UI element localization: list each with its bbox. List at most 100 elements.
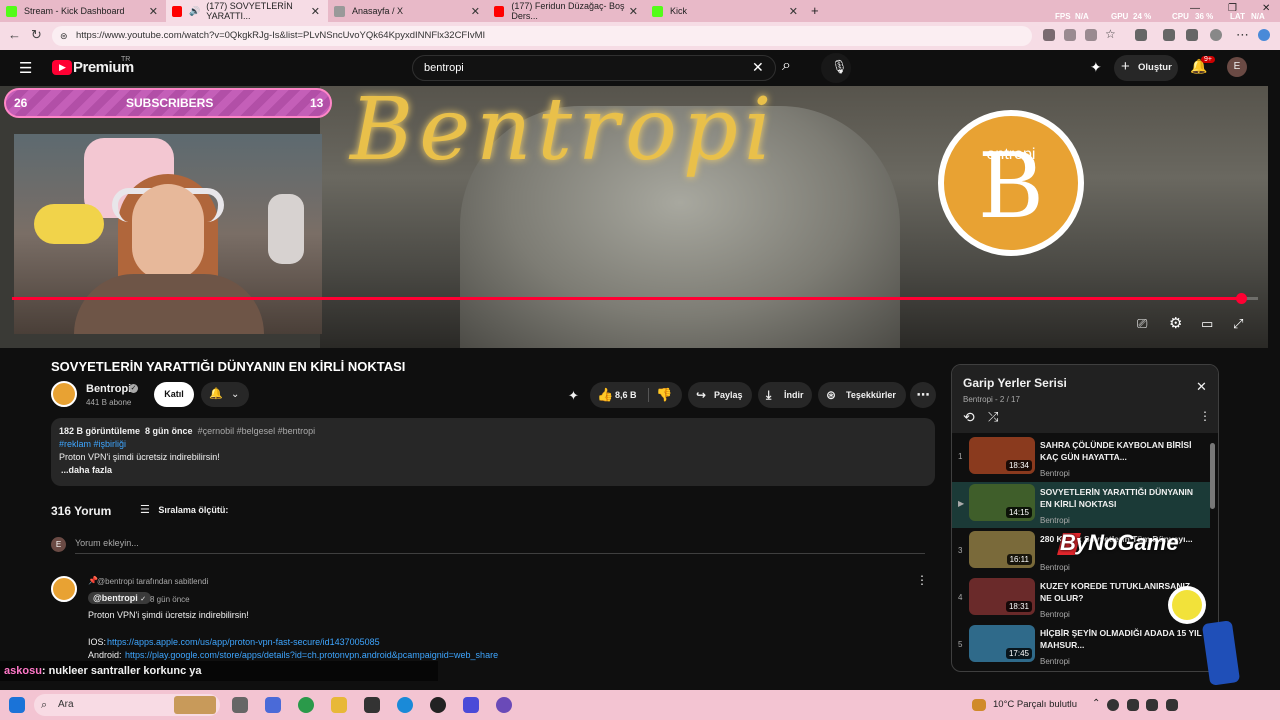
tray-network-icon[interactable] bbox=[1146, 699, 1158, 711]
dislike-icon[interactable]: 👎 bbox=[656, 382, 672, 408]
like-count[interactable]: 8,6 B bbox=[615, 382, 637, 408]
download-button[interactable]: ⤓ İndir bbox=[758, 382, 812, 408]
settings-gear-icon[interactable]: ⚙ bbox=[1169, 314, 1182, 332]
task-view-icon[interactable] bbox=[232, 697, 248, 713]
store-icon[interactable] bbox=[364, 697, 380, 713]
tag-link[interactable]: #işbirliği bbox=[94, 439, 127, 449]
back-icon[interactable]: ← bbox=[8, 27, 21, 42]
tab-x-home[interactable]: Anasayfa / X ✕ bbox=[328, 0, 488, 22]
sort-button[interactable]: ☰ Sıralama ölçütü: bbox=[140, 503, 228, 516]
playlist-item-thumbnail[interactable]: 18:31 bbox=[969, 578, 1035, 615]
ios-link[interactable]: https://apps.apple.com/us/app/proton-vpn… bbox=[107, 637, 380, 647]
reload-icon[interactable]: ↻ bbox=[31, 27, 42, 43]
premium-controller-icon[interactable]: ✦ bbox=[568, 388, 579, 404]
close-tab-icon[interactable]: ✕ bbox=[149, 5, 158, 18]
extensions-puzzle-icon[interactable] bbox=[1135, 29, 1147, 41]
url-field[interactable]: ⊜ https://www.youtube.com/watch?v=0QkgkR… bbox=[52, 26, 1032, 46]
loop-icon[interactable]: ⟲ bbox=[963, 409, 975, 426]
comment-time[interactable]: 8 gün önce bbox=[150, 595, 190, 604]
minimize-icon[interactable]: — bbox=[1190, 3, 1200, 14]
playlist-item[interactable]: ▶ 14:15 SOVYETLERİN YARATTIĞI DÜNYANIN EN … bbox=[952, 482, 1210, 528]
read-aloud-icon[interactable] bbox=[1085, 29, 1097, 41]
video-player[interactable]: Bentropi B entropi 26 SUBSCRIBERS 13 ⎚ ⚙… bbox=[0, 86, 1268, 348]
playlist-item[interactable]: 4 18:31 KUZEY KOREDE TUTUKLANIRSANIZ NE OL… bbox=[952, 576, 1210, 622]
playlist-item-title[interactable]: HİÇBİR ŞEYİN OLMADIĞI ADADA 15 YIL MAHSU… bbox=[1040, 627, 1202, 651]
close-tab-icon[interactable]: ✕ bbox=[789, 5, 798, 18]
description-tags[interactable]: #çernobil #belgesel #bentropi bbox=[198, 426, 316, 436]
fullscreen-icon[interactable]: ⤢ bbox=[1233, 316, 1243, 332]
search-input[interactable]: bentropi bbox=[412, 55, 776, 81]
create-button[interactable]: + Oluştur bbox=[1114, 55, 1178, 81]
playlist-item-thumbnail[interactable]: 18:34 bbox=[969, 437, 1035, 474]
restore-icon[interactable]: ❐ bbox=[1228, 3, 1237, 14]
copilot-icon[interactable] bbox=[1258, 29, 1270, 41]
close-tab-icon[interactable]: ✕ bbox=[629, 5, 638, 18]
channel-name[interactable]: Bentropi bbox=[86, 383, 131, 395]
tray-display-icon[interactable] bbox=[1166, 699, 1178, 711]
close-tab-icon[interactable]: ✕ bbox=[471, 5, 480, 18]
clear-search-icon[interactable]: ✕ bbox=[752, 59, 764, 76]
chevron-up-icon[interactable]: ⌃ bbox=[1092, 698, 1100, 709]
playlist-item-thumbnail[interactable]: 16:11 bbox=[969, 531, 1035, 568]
hamburger-menu-icon[interactable]: ☰ bbox=[19, 59, 32, 77]
plus-icon[interactable]: + bbox=[811, 3, 819, 18]
close-tab-icon[interactable]: ✕ bbox=[311, 5, 320, 18]
comment-options-icon[interactable]: ⋮ bbox=[916, 573, 928, 587]
account-avatar[interactable]: E bbox=[1227, 57, 1247, 77]
extension-icon[interactable] bbox=[1043, 29, 1055, 41]
discord-icon[interactable] bbox=[496, 697, 512, 713]
tab-kick[interactable]: Kick ✕ bbox=[646, 0, 806, 22]
tab-youtube-feridun[interactable]: (177) Feridun Düzağaç- Boş Ders... ✕ bbox=[488, 0, 646, 22]
playlist-options-icon[interactable]: ⋮ bbox=[1199, 409, 1211, 423]
playlist-item-title[interactable]: SAHRA ÇÖLÜNDE KAYBOLAN BİRİSİ KAÇ GÜN HA… bbox=[1040, 439, 1202, 463]
channel-avatar[interactable] bbox=[51, 381, 77, 407]
app-install-icon[interactable] bbox=[1064, 29, 1076, 41]
file-explorer-icon[interactable] bbox=[331, 697, 347, 713]
comment-author-avatar[interactable] bbox=[51, 576, 77, 602]
tray-mic-icon[interactable] bbox=[1127, 699, 1139, 711]
tab-youtube-current[interactable]: 🔊 (177) SOVYETLERİN YARATTI... ✕ bbox=[166, 0, 328, 22]
profile-icon[interactable] bbox=[1210, 29, 1222, 41]
taskbar-search[interactable]: ⌕ Ara bbox=[34, 694, 220, 716]
android-link[interactable]: https://play.google.com/store/apps/detai… bbox=[125, 650, 498, 660]
weather-text[interactable]: 10°C Parçalı bulutlu bbox=[993, 699, 1077, 710]
playlist-item-thumbnail[interactable]: 17:45 bbox=[969, 625, 1035, 662]
chrome-icon[interactable] bbox=[298, 697, 314, 713]
voice-search-button[interactable]: 🎙 bbox=[821, 53, 851, 83]
favorites-icon[interactable] bbox=[1186, 29, 1198, 41]
playlist-item-title[interactable]: SOVYETLERİN YARATTIĞI DÜNYANIN EN KİRLİ … bbox=[1040, 486, 1202, 510]
playlist-item-thumbnail[interactable]: 14:15 bbox=[969, 484, 1035, 521]
subtitles-icon[interactable]: ⎚ bbox=[1137, 316, 1147, 332]
more-menu-icon[interactable]: ⋯ bbox=[1236, 27, 1249, 43]
add-comment-input[interactable]: Yorum ekleyin... bbox=[75, 538, 139, 548]
playlist-item[interactable]: 1 18:34 SAHRA ÇÖLÜNDE KAYBOLAN BİRİSİ KAÇ … bbox=[952, 435, 1210, 481]
like-icon[interactable]: 👍 bbox=[597, 382, 613, 408]
favorite-star-icon[interactable]: ☆ bbox=[1105, 27, 1116, 41]
close-playlist-icon[interactable]: ✕ bbox=[1196, 379, 1207, 395]
share-button[interactable]: ↪ Paylaş bbox=[688, 382, 752, 408]
tray-app-icon[interactable] bbox=[1107, 699, 1119, 711]
tab-kick-dashboard[interactable]: Stream - Kick Dashboard ✕ bbox=[0, 0, 166, 22]
copilot-taskbar-icon[interactable] bbox=[265, 697, 281, 713]
playlist-scrollbar[interactable] bbox=[1210, 443, 1215, 509]
shuffle-icon[interactable]: ⤮ bbox=[988, 409, 998, 425]
search-icon[interactable]: ⌕ bbox=[782, 57, 791, 75]
playlist-item[interactable]: 5 17:45 HİÇBİR ŞEYİN OLMADIĞI ADADA 15 YIL… bbox=[952, 623, 1210, 669]
subscription-bell-button[interactable]: 🔔 ⌄ bbox=[201, 382, 249, 407]
show-more-link[interactable]: ...daha fazla bbox=[59, 464, 927, 477]
description-box[interactable]: 182 B görüntüleme 8 gün önce #çernobil #… bbox=[51, 418, 935, 486]
app-icon[interactable] bbox=[463, 697, 479, 713]
theater-mode-icon[interactable]: ▭ bbox=[1201, 316, 1213, 332]
scrubber-handle[interactable] bbox=[1235, 293, 1247, 304]
join-button[interactable]: Katıl bbox=[154, 382, 194, 407]
split-screen-icon[interactable] bbox=[1163, 29, 1175, 41]
site-info-icon[interactable]: ⊜ bbox=[60, 26, 68, 46]
tag-link[interactable]: #reklam bbox=[59, 439, 91, 449]
close-window-icon[interactable]: ✕ bbox=[1262, 3, 1270, 14]
playlist-title[interactable]: Garip Yerler Serisi bbox=[963, 376, 1067, 390]
youtube-logo-icon[interactable]: ▶ bbox=[52, 60, 72, 75]
comment-author[interactable]: @bentropi ✓ bbox=[88, 592, 152, 604]
edge-icon[interactable] bbox=[397, 697, 413, 713]
premium-controller-icon[interactable]: ✦ bbox=[1090, 59, 1102, 76]
obs-icon[interactable] bbox=[430, 697, 446, 713]
